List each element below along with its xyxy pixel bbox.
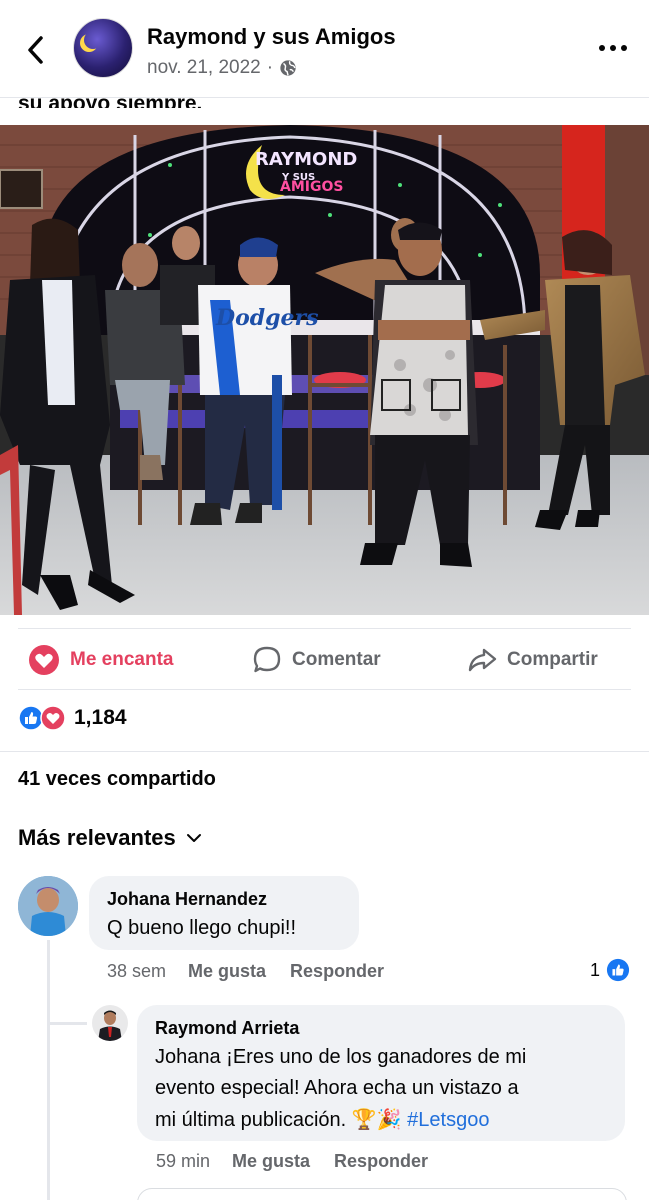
- more-icon: [599, 45, 627, 51]
- reply-time[interactable]: 59 min: [156, 1151, 210, 1172]
- reply-avatar[interactable]: [92, 1005, 128, 1041]
- share-arrow-icon: [468, 648, 497, 672]
- reply-text: Johana ¡Eres uno de los ganadores de mi …: [155, 1042, 625, 1136]
- more-options-button[interactable]: [596, 36, 630, 60]
- comment-author[interactable]: Johana Hernandez: [107, 889, 267, 910]
- commenter-avatar[interactable]: [18, 876, 78, 936]
- reactions-divider: [0, 751, 649, 752]
- reply-actions: 59 min Me gusta Responder: [156, 1151, 452, 1172]
- jersey-text: Dodgers: [215, 305, 319, 331]
- post-header: . Raymond y sus Amigos nov. 21, 2022 ·: [0, 0, 649, 98]
- reaction-count: 1,184: [74, 706, 127, 729]
- like-reaction-icon: [606, 958, 630, 982]
- comment-like-button[interactable]: Me gusta: [188, 961, 266, 982]
- heart-icon: [29, 645, 59, 675]
- page-avatar[interactable]: .: [73, 18, 133, 78]
- reply-text-line-3: mi última publicación.: [155, 1109, 347, 1131]
- header-divider: [0, 97, 649, 98]
- chevron-down-icon: [186, 834, 201, 842]
- moon-icon: [84, 31, 102, 49]
- reply-bubble[interactable]: Raymond Arrieta Johana ¡Eres uno de los …: [137, 1005, 625, 1141]
- reply-avatar-image: [92, 1005, 128, 1041]
- back-arrow-icon: [28, 36, 43, 64]
- commenter-avatar-image: [18, 876, 78, 936]
- reply-like-button[interactable]: Me gusta: [232, 1151, 310, 1172]
- reply-text-line-3-wrap: mi última publicación. 🏆🎉 #Letsgoo: [155, 1104, 625, 1136]
- comment-like-number: 1: [590, 959, 601, 980]
- meta-separator: ·: [266, 57, 274, 78]
- reply-text-line-2: evento especial! Ahora echa un vistazo a: [155, 1077, 519, 1099]
- sort-label: Más relevantes: [18, 825, 176, 850]
- reply-author[interactable]: Raymond Arrieta: [155, 1018, 299, 1039]
- next-comment-peek: [137, 1188, 627, 1200]
- comment-bubble-icon: [253, 646, 281, 673]
- love-reaction-button[interactable]: Me encanta: [28, 642, 173, 678]
- thread-line: [47, 940, 50, 1200]
- comment-label: Comentar: [292, 649, 381, 670]
- page-name[interactable]: Raymond y sus Amigos: [147, 24, 396, 50]
- share-count[interactable]: 41 veces compartido: [18, 768, 216, 791]
- comment-time[interactable]: 38 sem: [107, 961, 166, 982]
- post-meta: nov. 21, 2022 ·: [147, 57, 297, 79]
- comment-actions: 38 sem Me gusta Responder: [107, 961, 408, 982]
- reply-text-line-1: Johana ¡Eres uno de los ganadores de mi: [155, 1046, 527, 1068]
- action-bar-top-divider: [18, 628, 631, 629]
- emoji-trophy-party: 🏆🎉: [351, 1107, 402, 1131]
- sign-text-1: RAYMOND: [255, 149, 357, 170]
- post-photo[interactable]: RAYMOND Y SUS AMIGOS Dodgers: [0, 125, 649, 615]
- post-date[interactable]: nov. 21, 2022: [147, 57, 261, 79]
- comment-bubble[interactable]: Johana Hernandez Q bueno llego chupi!!: [89, 876, 359, 950]
- comment-like-count[interactable]: 1: [590, 958, 630, 982]
- reply-reply-button[interactable]: Responder: [334, 1151, 428, 1172]
- comment-reply-button[interactable]: Responder: [290, 961, 384, 982]
- share-button[interactable]: Compartir: [467, 642, 598, 678]
- comment-text: Q bueno llego chupi!!: [107, 917, 297, 939]
- reply-hashtag-link[interactable]: #Letsgoo: [407, 1109, 489, 1131]
- love-reaction-icon: [40, 705, 66, 731]
- reaction-summary[interactable]: 1,184: [18, 705, 127, 731]
- share-label: Compartir: [507, 649, 598, 670]
- action-bar-bottom-divider: [18, 689, 631, 690]
- globe-icon[interactable]: [279, 59, 297, 77]
- comment-button[interactable]: Comentar: [252, 642, 381, 678]
- back-button[interactable]: [20, 30, 52, 70]
- comment-sort-dropdown[interactable]: Más relevantes: [18, 825, 202, 851]
- sign-text-3: AMIGOS: [280, 179, 343, 195]
- thread-connector: [47, 1022, 87, 1025]
- love-label: Me encanta: [70, 649, 174, 670]
- studio-scene-image: RAYMOND Y SUS AMIGOS Dodgers: [0, 125, 649, 615]
